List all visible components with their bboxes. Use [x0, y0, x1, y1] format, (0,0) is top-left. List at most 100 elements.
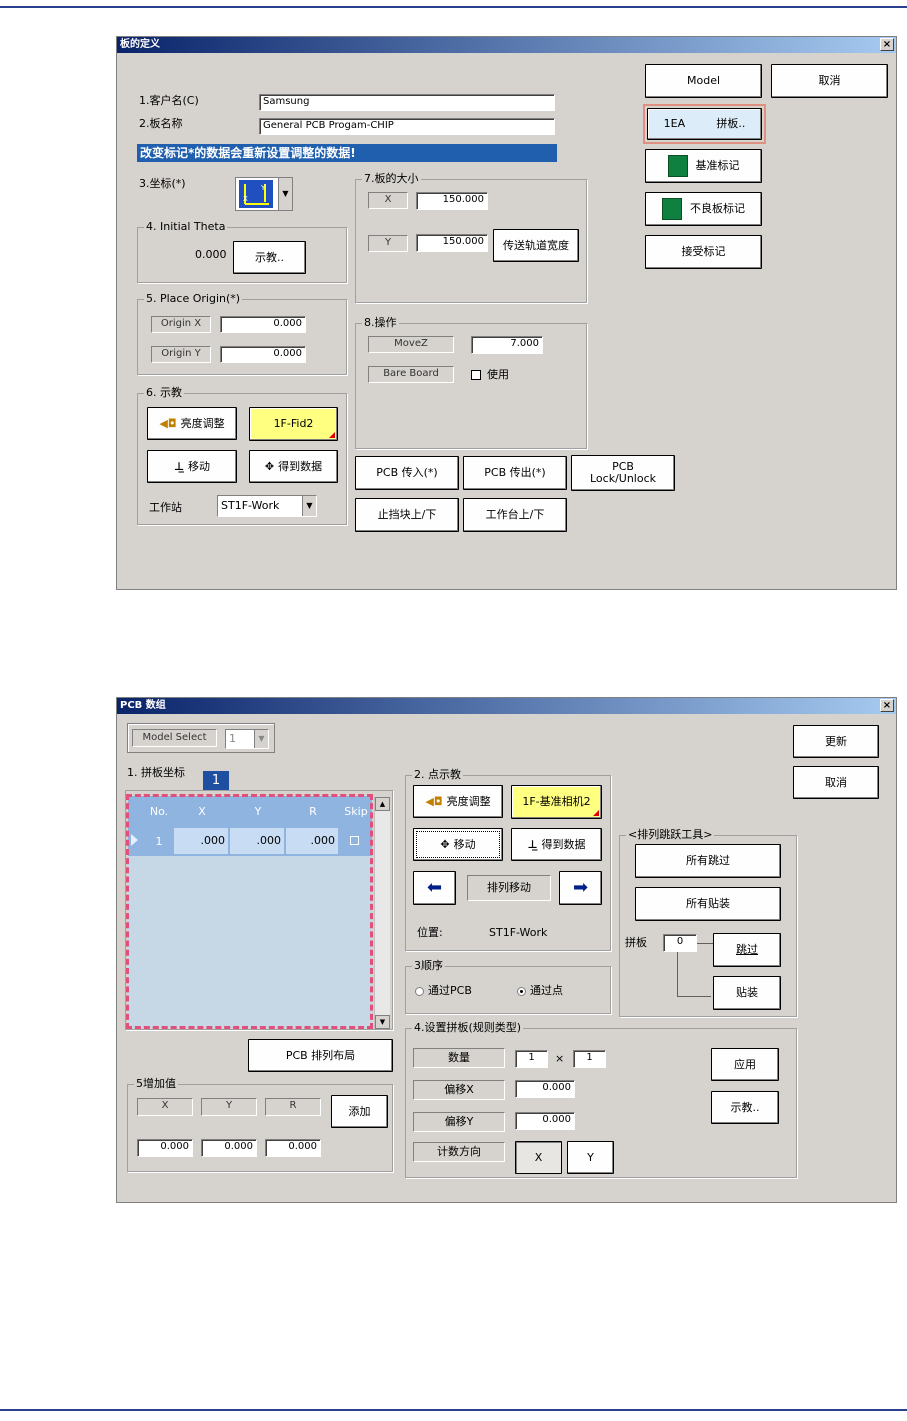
prev-arrow-button[interactable]: ⬅ — [413, 871, 456, 905]
radio-off[interactable] — [415, 986, 424, 996]
board-name-input[interactable]: General PCB Progam-CHIP — [259, 118, 555, 135]
coordinate-label: 3.坐标(*) — [139, 177, 186, 190]
brightness-button[interactable]: ◀◘ 亮度调整 — [147, 407, 237, 440]
teach-button[interactable]: 示教.. — [233, 241, 306, 274]
dir-x-button[interactable]: X — [515, 1141, 562, 1174]
movez-input[interactable]: 7.000 — [471, 336, 543, 354]
dir-y-button[interactable]: Y — [567, 1141, 614, 1174]
radio-on[interactable] — [517, 986, 526, 996]
brightness-button[interactable]: ◀◘ 亮度调整 — [413, 785, 503, 818]
axis-move-icon: ⊥̲ — [173, 459, 185, 473]
svg-text:X: X — [243, 195, 248, 203]
close-button[interactable]: × — [880, 38, 894, 51]
arrow-right-icon: ➡ — [572, 877, 589, 898]
chevron-down-icon[interactable]: ▼ — [254, 730, 268, 748]
size-y-label: Y — [368, 235, 408, 252]
count-a-input[interactable]: 1 — [515, 1050, 548, 1068]
origin-x-label: Origin X — [151, 316, 211, 333]
scroll-down-icon[interactable]: ▼ — [375, 1015, 390, 1029]
model-select-label: Model Select — [132, 729, 217, 747]
order-point-radio[interactable]: 通过点 — [517, 984, 563, 997]
origin-x-input[interactable]: 0.000 — [220, 316, 306, 333]
count-b-input[interactable]: 1 — [573, 1050, 606, 1068]
chevron-down-icon[interactable]: ▼ — [278, 178, 292, 210]
pcb-out-button[interactable]: PCB 传出(*) — [463, 456, 567, 490]
pcb-in-button[interactable]: PCB 传入(*) — [355, 456, 459, 490]
place-button[interactable]: 贴装 — [713, 976, 781, 1010]
fid-button[interactable]: 1F-Fid2 — [249, 407, 338, 441]
place-all-button[interactable]: 所有贴装 — [635, 887, 781, 921]
get-data-button[interactable]: ⊥̲ 得到数据 — [511, 828, 602, 861]
theta-value: 0.000 — [195, 248, 227, 261]
dialog-title: 板的定义 — [117, 37, 896, 53]
fiducial-button[interactable]: 基准标记 — [645, 149, 762, 183]
stopper-button[interactable]: 止挡块上/下 — [355, 498, 459, 532]
array-button[interactable]: 1EA 拼板.. — [647, 108, 762, 140]
scroll-up-icon[interactable]: ▲ — [375, 797, 390, 811]
svg-text:Y: Y — [260, 184, 266, 192]
board-definition-dialog: 板的定义 × 1.客户名(C) Samsung 2.板名称 General PC… — [116, 36, 897, 590]
size-x-input[interactable]: 150.000 — [416, 192, 488, 210]
origin-y-label: Origin Y — [151, 346, 211, 363]
get-data-button[interactable]: ✥ 得到数据 — [249, 450, 338, 483]
offset-x-label: 偏移X — [413, 1080, 505, 1100]
size-y-input[interactable]: 150.000 — [416, 234, 488, 252]
move-button[interactable]: ✥ 移动 — [413, 828, 503, 861]
inc-x-label: X — [137, 1098, 193, 1116]
next-arrow-button[interactable]: ➡ — [559, 871, 602, 905]
selection-outline — [126, 794, 373, 1029]
bottom-rule — [0, 1409, 907, 1411]
update-button[interactable]: 更新 — [793, 725, 879, 758]
offset-y-input[interactable]: 0.000 — [515, 1112, 575, 1130]
count-label: 数量 — [413, 1048, 505, 1068]
move-button[interactable]: ⊥̲ 移动 — [147, 450, 237, 483]
station-label: 工作站 — [149, 501, 182, 514]
panel-input[interactable]: 0 — [663, 934, 697, 952]
bad-mark-button[interactable]: 不良板标记 — [645, 192, 762, 226]
inc-y-input[interactable]: 0.000 — [201, 1139, 257, 1157]
pcb-lock-line2: Lock/Unlock — [589, 472, 657, 485]
offset-y-label: 偏移Y — [413, 1112, 505, 1132]
apply-button[interactable]: 应用 — [711, 1048, 779, 1081]
skip-all-button[interactable]: 所有跳过 — [635, 844, 781, 878]
lamp-icon: ◀◘ — [159, 416, 177, 430]
table-updown-button[interactable]: 工作台上/下 — [463, 498, 567, 532]
offset-x-input[interactable]: 0.000 — [515, 1080, 575, 1098]
checkbox-box[interactable] — [471, 370, 481, 380]
board-name-label: 2.板名称 — [139, 117, 183, 130]
rail-width-button[interactable]: 传送轨道宽度 — [493, 229, 579, 262]
skip-button[interactable]: 跳过 — [713, 933, 781, 967]
direction-label: 计数方向 — [413, 1142, 505, 1162]
position-value: ST1F-Work — [489, 926, 548, 939]
place-origin-group: 5. Place Origin(*) — [137, 292, 347, 375]
teach-button[interactable]: 示教.. — [711, 1091, 779, 1124]
inc-r-input[interactable]: 0.000 — [265, 1139, 321, 1157]
customer-label: 1.客户名(C) — [139, 94, 199, 107]
pcb-layout-button[interactable]: PCB 排列布局 — [248, 1039, 393, 1072]
customer-input[interactable]: Samsung — [259, 94, 555, 111]
accept-mark-button[interactable]: 接受标记 — [645, 235, 762, 269]
badge: 1 — [203, 771, 229, 790]
order-pcb-radio[interactable]: 通过PCB — [415, 984, 472, 997]
table-scrollbar[interactable]: ▲ ▼ — [374, 797, 390, 1029]
cancel-button[interactable]: 取消 — [793, 766, 879, 799]
model-button[interactable]: Model — [645, 64, 762, 98]
origin-y-input[interactable]: 0.000 — [220, 346, 306, 363]
array-move-label: 排列移动 — [467, 875, 551, 901]
chevron-down-icon[interactable]: ▼ — [302, 496, 316, 516]
bare-board-label: Bare Board — [368, 366, 454, 383]
use-checkbox[interactable]: 使用 — [471, 368, 509, 381]
panel-label: 拼板 — [625, 936, 647, 949]
coordinate-select[interactable]: Y X ▼ — [235, 177, 293, 211]
close-button[interactable]: × — [880, 699, 894, 712]
cancel-button[interactable]: 取消 — [771, 64, 888, 98]
station-select[interactable]: ST1F-Work ▼ — [217, 495, 317, 517]
axis-move-icon: ⊥̲ — [527, 837, 538, 851]
pcb-lock-button[interactable]: PCB Lock/Unlock — [571, 455, 675, 491]
inc-y-label: Y — [201, 1098, 257, 1116]
inc-x-input[interactable]: 0.000 — [137, 1139, 193, 1157]
add-button[interactable]: 添加 — [331, 1095, 388, 1128]
fid-camera-button[interactable]: 1F-基准相机2 — [511, 785, 602, 819]
model-select[interactable]: 1 ▼ — [225, 729, 269, 749]
count-times: × — [555, 1052, 565, 1065]
